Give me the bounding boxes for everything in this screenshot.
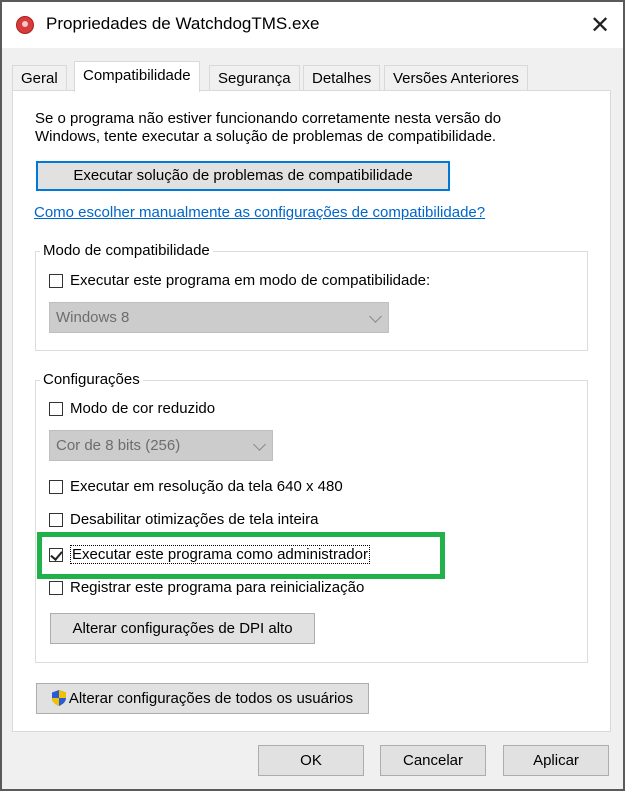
highlight-box: [37, 532, 445, 579]
tab-compatibilidade[interactable]: Compatibilidade: [74, 61, 200, 92]
fullscreen-opt-row[interactable]: Desabilitar otimizações de tela inteira: [49, 511, 318, 528]
compat-mode-checkbox-row[interactable]: Executar este programa em modo de compat…: [49, 272, 430, 289]
tab-geral[interactable]: Geral: [12, 65, 67, 91]
resolution-checkbox[interactable]: [49, 479, 63, 494]
fullscreen-opt-label: Desabilitar otimizações de tela inteira: [70, 511, 319, 528]
reduced-color-label: Modo de cor reduzido: [70, 400, 216, 417]
reduced-color-checkbox[interactable]: [49, 401, 63, 416]
intro-text: Se o programa não estiver funcionando co…: [35, 110, 575, 146]
compat-mode-checkbox[interactable]: [49, 273, 63, 288]
compat-mode-checkbox-label: Executar este programa em modo de compat…: [70, 272, 431, 289]
color-depth-select-value: Cor de 8 bits (256): [56, 437, 181, 454]
compat-mode-select-value: Windows 8: [56, 309, 130, 326]
fullscreen-opt-checkbox[interactable]: [49, 512, 63, 527]
ok-button[interactable]: OK: [258, 745, 364, 776]
settings-group: Configurações Modo de cor reduzido Cor d…: [35, 371, 588, 663]
troubleshoot-button[interactable]: Executar solução de problemas de compati…: [36, 161, 450, 191]
compatibility-panel: Se o programa não estiver funcionando co…: [12, 90, 611, 732]
settings-group-label: Configurações: [40, 371, 143, 388]
all-users-button-label: Alterar configurações de todos os usuári…: [68, 690, 354, 707]
close-icon: ✕: [589, 11, 611, 39]
uac-shield-icon: [51, 687, 66, 706]
chevron-down-icon: [253, 438, 266, 451]
dpi-settings-button[interactable]: Alterar configurações de DPI alto: [50, 613, 315, 644]
tab-strip: Geral Compatibilidade Segurança Detalhes…: [12, 61, 612, 92]
window-title: Propriedades de WatchdogTMS.exe: [46, 14, 320, 33]
reduced-color-row[interactable]: Modo de cor reduzido: [49, 400, 215, 417]
tab-detalhes[interactable]: Detalhes: [303, 65, 381, 91]
resolution-label: Executar em resolução da tela 640 x 480: [70, 478, 343, 495]
properties-dialog: Propriedades de WatchdogTMS.exe ✕ Geral …: [0, 0, 625, 791]
register-restart-checkbox[interactable]: [49, 580, 63, 595]
cancel-button[interactable]: Cancelar: [380, 745, 486, 776]
register-restart-row[interactable]: Registrar este programa para reinicializ…: [49, 579, 364, 596]
register-restart-label: Registrar este programa para reinicializ…: [70, 579, 365, 596]
close-button[interactable]: ✕: [577, 2, 623, 48]
app-icon: [16, 16, 34, 34]
title-bar: Propriedades de WatchdogTMS.exe ✕: [2, 2, 623, 48]
chevron-down-icon: [369, 310, 382, 323]
compat-mode-group: Modo de compatibilidade Executar este pr…: [35, 242, 588, 351]
intro-line-1: Se o programa não estiver funcionando co…: [35, 110, 502, 127]
help-link[interactable]: Como escolher manualmente as configuraçõ…: [34, 204, 485, 221]
compat-mode-group-label: Modo de compatibilidade: [40, 242, 213, 259]
color-depth-select[interactable]: Cor de 8 bits (256): [49, 430, 273, 461]
apply-button[interactable]: Aplicar: [503, 745, 609, 776]
all-users-button[interactable]: Alterar configurações de todos os usuári…: [36, 683, 369, 714]
intro-line-2: Windows, tente executar a solução de pro…: [35, 128, 497, 145]
resolution-row[interactable]: Executar em resolução da tela 640 x 480: [49, 478, 343, 495]
tab-versoes-anteriores[interactable]: Versões Anteriores: [384, 65, 528, 91]
compat-mode-select[interactable]: Windows 8: [49, 302, 389, 333]
tab-seguranca[interactable]: Segurança: [209, 65, 300, 91]
